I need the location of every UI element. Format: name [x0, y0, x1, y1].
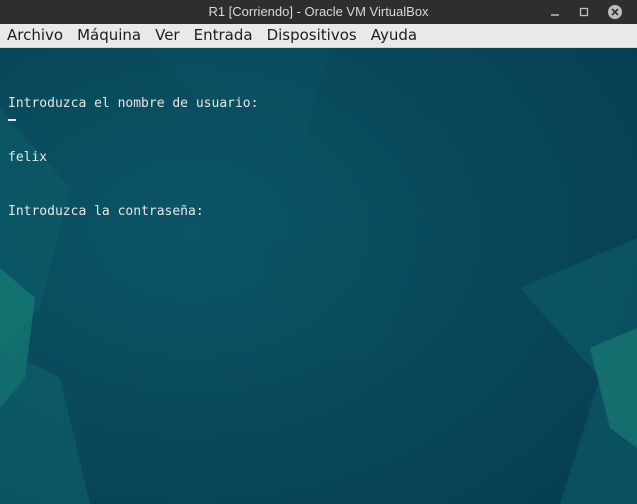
minimize-icon[interactable] — [543, 0, 567, 24]
maximize-icon[interactable] — [572, 0, 596, 24]
menu-dispositivos[interactable]: Dispositivos — [260, 24, 364, 47]
window-title: R1 [Corriendo] - Oracle VM VirtualBox — [208, 4, 429, 19]
console-line: Introduzca el nombre de usuario: — [8, 96, 259, 111]
menu-ayuda[interactable]: Ayuda — [364, 24, 424, 47]
window-titlebar: R1 [Corriendo] - Oracle VM VirtualBox — [0, 0, 637, 24]
menu-entrada[interactable]: Entrada — [187, 24, 260, 47]
console-line: felix — [8, 150, 48, 165]
vm-screen[interactable]: Introduzca el nombre de usuario: felix I… — [0, 48, 637, 504]
console-line: Introduzca la contraseña: — [8, 204, 204, 219]
console-output: Introduzca el nombre de usuario: felix I… — [8, 59, 258, 257]
close-icon[interactable] — [603, 0, 627, 24]
text-cursor — [8, 119, 16, 121]
menu-ver[interactable]: Ver — [148, 24, 187, 47]
menu-archivo[interactable]: Archivo — [0, 24, 70, 47]
menu-bar: Archivo Máquina Ver Entrada Dispositivos… — [0, 24, 637, 48]
menu-maquina[interactable]: Máquina — [70, 24, 148, 47]
